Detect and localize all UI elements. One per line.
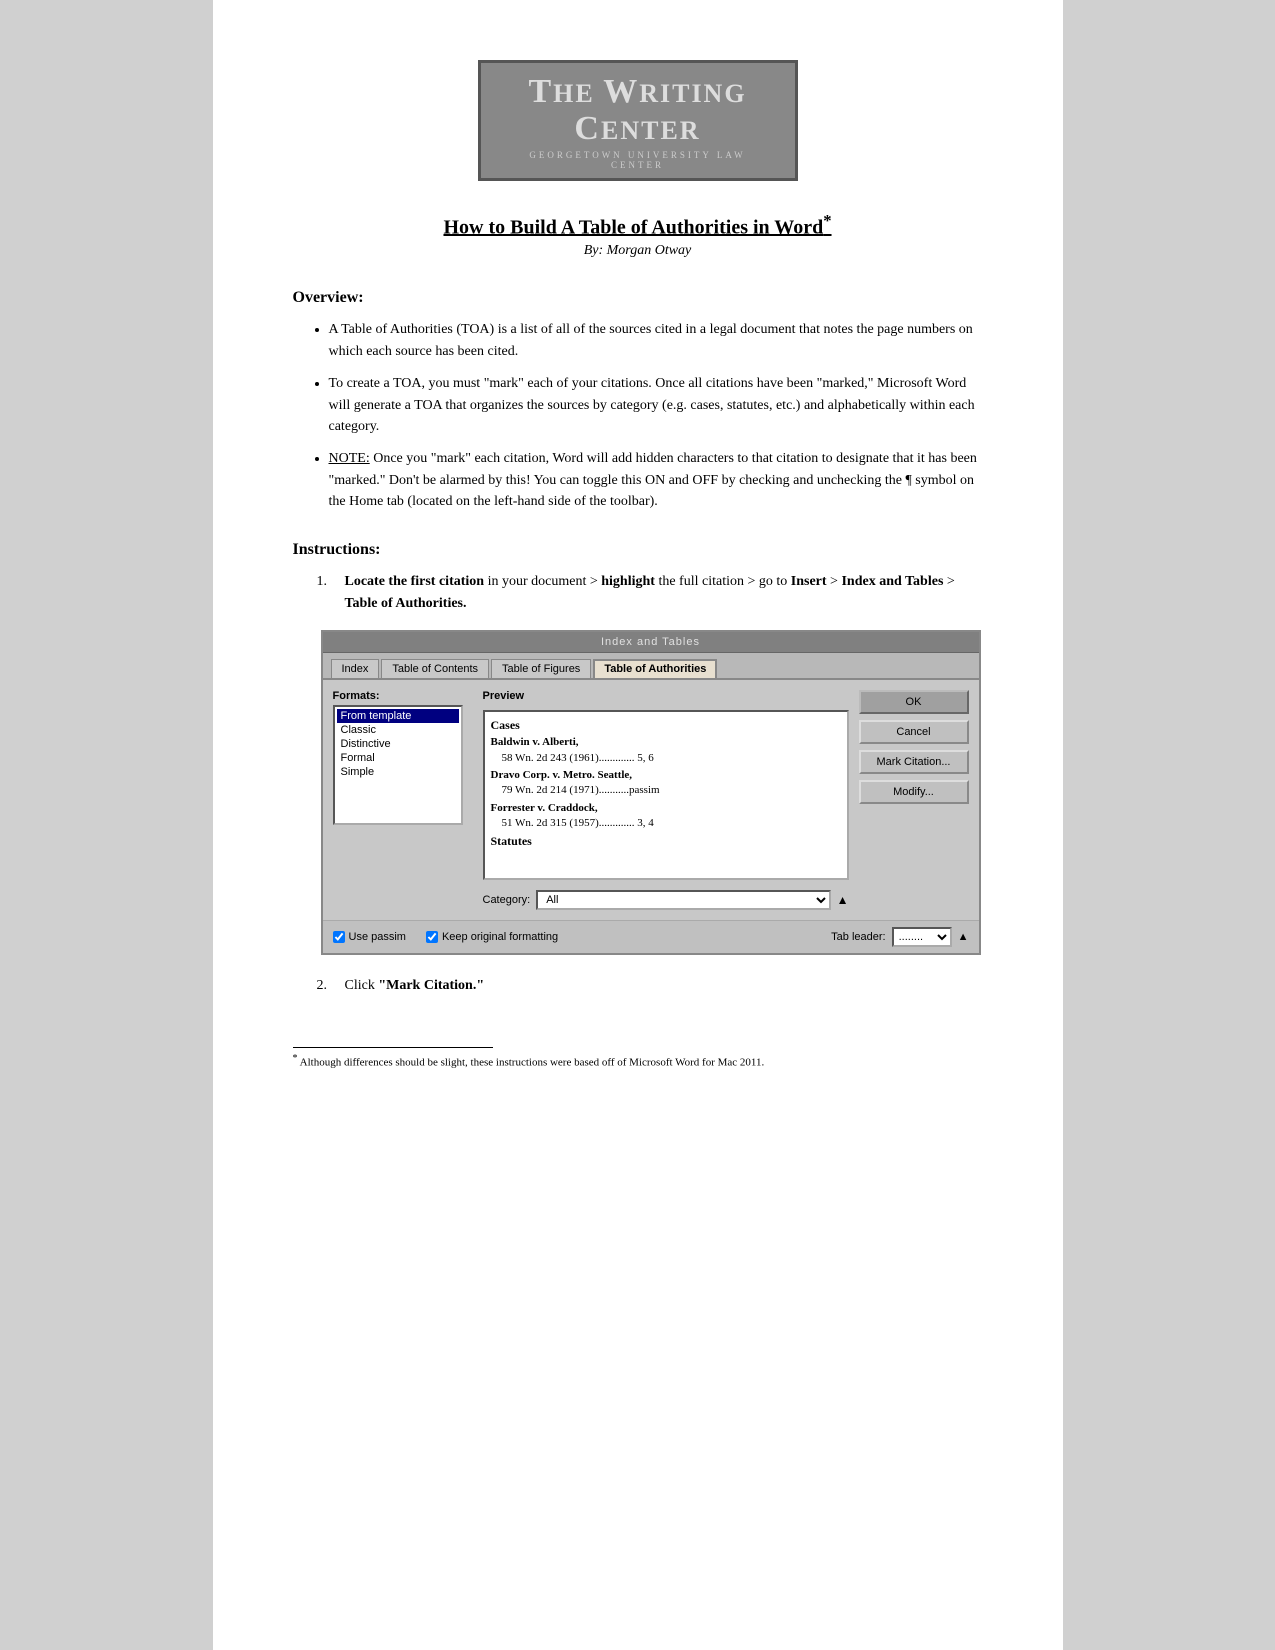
preview-entry-0: Baldwin v. Alberti, 58 Wn. 2d 243 (1961)…: [491, 735, 841, 766]
tab-leader-select[interactable]: ........: [892, 927, 952, 947]
dialog-bottom: Use passim Keep original formatting Tab …: [323, 920, 979, 953]
footer-note-text: Although differences should be slight, t…: [300, 1057, 765, 1069]
category-row: Category: All ▲: [483, 890, 849, 910]
preview-case-2-detail: 51 Wn. 2d 315 (1957)............. 3, 4: [491, 817, 654, 829]
step-2-click: Click: [345, 978, 379, 993]
bullet-3-text: Once you "mark" each citation, Word will…: [329, 451, 977, 509]
step-1-toa: Table of Authorities.: [345, 596, 467, 611]
format-simple[interactable]: Simple: [337, 765, 459, 779]
footer-footnote-star: *: [293, 1053, 298, 1064]
format-formal[interactable]: Formal: [337, 751, 459, 765]
tab-leader-arrow-icon: ▲: [958, 931, 969, 943]
use-passim-checkbox[interactable]: [333, 931, 345, 943]
preview-category-cases: Cases: [491, 718, 841, 733]
logo-subtitle: Georgetown University Law Center: [505, 150, 771, 170]
tab-authorities[interactable]: Table of Authorities: [593, 659, 717, 678]
note-label: NOTE:: [329, 451, 370, 466]
bullet-1: A Table of Authorities (TOA) is a list o…: [329, 319, 983, 362]
overview-bullets: A Table of Authorities (TOA) is a list o…: [329, 319, 983, 513]
preview-box: Cases Baldwin v. Alberti, 58 Wn. 2d 243 …: [483, 710, 849, 880]
mark-citation-button[interactable]: Mark Citation...: [859, 750, 969, 774]
dialog-formats-panel: Formats: From template Classic Distincti…: [333, 690, 473, 910]
keep-formatting-group: Keep original formatting: [426, 931, 558, 943]
preview-case-0-name: Baldwin v. Alberti,: [491, 736, 579, 748]
preview-case-1-detail: 79 Wn. 2d 214 (1971)...........passim: [491, 784, 660, 796]
logo-riting: RITING: [639, 79, 746, 108]
format-distinctive[interactable]: Distinctive: [337, 737, 459, 751]
step-1-mid1: in your document >: [488, 574, 602, 589]
category-arrow-icon: ▲: [837, 893, 849, 907]
dialog-buttons-panel: OK Cancel Mark Citation... Modify...: [859, 690, 969, 910]
step-1-mid2: the full citation > go to: [658, 574, 790, 589]
instructions-header: Instructions:: [293, 541, 983, 559]
footer-rule: [293, 1047, 493, 1048]
category-label: Category:: [483, 894, 531, 906]
dialog-middle-panel: Preview Cases Baldwin v. Alberti, 58 Wn.…: [483, 690, 849, 910]
use-passim-label: Use passim: [349, 931, 406, 943]
dialog-body: Formats: From template Classic Distincti…: [323, 680, 979, 920]
instructions-list-2: 2. Click "Mark Citation.": [317, 975, 983, 997]
preview-case-2-name: Forrester v. Craddock,: [491, 802, 598, 814]
bullet-3: NOTE: Once you "mark" each citation, Wor…: [329, 448, 983, 513]
footnote-marker: *: [823, 211, 831, 230]
preview-case-1-name: Dravo Corp. v. Metro. Seattle,: [491, 769, 633, 781]
formats-label: Formats:: [333, 690, 473, 702]
footer-note: * Although differences should be slight,…: [293, 1052, 983, 1071]
logo-letter-w: W: [603, 73, 639, 110]
logo-title: THE WRITING CENTER: [505, 73, 771, 148]
step-1-content: Locate the first citation in your docume…: [345, 571, 983, 614]
keep-formatting-label: Keep original formatting: [442, 931, 558, 943]
instructions-list: 1. Locate the first citation in your doc…: [317, 571, 983, 614]
cancel-button[interactable]: Cancel: [859, 720, 969, 744]
keep-formatting-checkbox[interactable]: [426, 931, 438, 943]
overview-header: Overview:: [293, 289, 983, 307]
title-section: How to Build A Table of Authorities in W…: [293, 211, 983, 260]
tab-leader-label: Tab leader:: [831, 931, 885, 943]
step-1-mid3: >: [830, 574, 841, 589]
preview-case-0-detail: 58 Wn. 2d 243 (1961)............. 5, 6: [491, 752, 654, 764]
page-title: How to Build A Table of Authorities in W…: [293, 211, 983, 240]
preview-entry-1: Dravo Corp. v. Metro. Seattle, 79 Wn. 2d…: [491, 768, 841, 799]
step-1-index-and: Index and Tables: [841, 574, 943, 589]
logo-enter: ENTER: [601, 116, 701, 145]
step-1: 1. Locate the first citation in your doc…: [317, 571, 983, 614]
bullet-2: To create a TOA, you must "mark" each of…: [329, 373, 983, 438]
step-1-number: 1.: [317, 571, 345, 593]
use-passim-group: Use passim: [333, 931, 406, 943]
category-select[interactable]: All: [536, 890, 830, 910]
step-1-highlight: highlight: [601, 574, 655, 589]
logo-letter-c: C: [574, 110, 601, 147]
logo-letter-t: T: [528, 73, 553, 110]
preview-entry-2: Forrester v. Craddock, 51 Wn. 2d 315 (19…: [491, 801, 841, 832]
tab-index[interactable]: Index: [331, 659, 380, 678]
page: THE WRITING CENTER Georgetown University…: [213, 0, 1063, 1650]
logo-container: THE WRITING CENTER Georgetown University…: [293, 60, 983, 181]
index-tables-dialog: Index and Tables Index Table of Contents…: [321, 630, 981, 955]
step-1-locate: Locate the first citation: [345, 574, 485, 589]
formats-listbox[interactable]: From template Classic Distinctive Formal…: [333, 705, 463, 825]
tab-figures[interactable]: Table of Figures: [491, 659, 591, 678]
preview-category-statutes: Statutes: [491, 834, 841, 849]
tab-leader-group: Tab leader: ........ ▲: [831, 927, 968, 947]
format-classic[interactable]: Classic: [337, 723, 459, 737]
ok-button[interactable]: OK: [859, 690, 969, 714]
logo-box: THE WRITING CENTER Georgetown University…: [478, 60, 798, 181]
step-2-mark-citation: "Mark Citation.": [378, 978, 484, 993]
format-from-template[interactable]: From template: [337, 709, 459, 723]
tab-contents[interactable]: Table of Contents: [381, 659, 489, 678]
preview-label: Preview: [483, 690, 849, 702]
step-2-content: Click "Mark Citation.": [345, 975, 983, 997]
step-1-insert: Insert: [791, 574, 827, 589]
byline: By: Morgan Otway: [293, 243, 983, 259]
dialog-titlebar: Index and Tables: [323, 632, 979, 653]
step-2-number: 2.: [317, 975, 345, 997]
step-2: 2. Click "Mark Citation.": [317, 975, 983, 997]
logo-he: HE: [553, 79, 603, 108]
dialog-tabs: Index Table of Contents Table of Figures…: [323, 653, 979, 680]
step-1-mid4: >: [947, 574, 955, 589]
modify-button[interactable]: Modify...: [859, 780, 969, 804]
